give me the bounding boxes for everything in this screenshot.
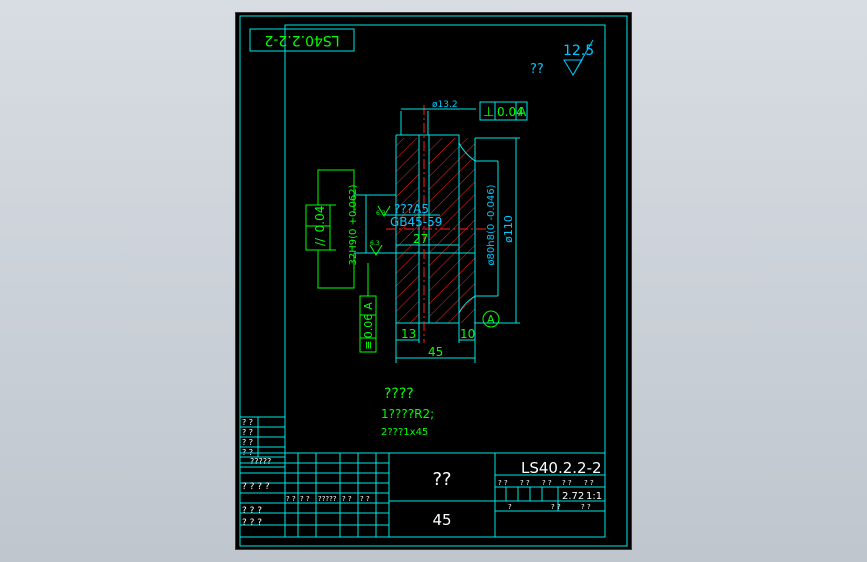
symmetry-frame: A 0.06 ≡: [359, 263, 377, 353]
title-block: ? ? ? ? ? ? ? ? ? ? ? ? ? ? ????? ? ? ? …: [239, 452, 606, 538]
roughness-small-2: 6.3: [370, 240, 380, 247]
dim-fit: ø80h8(0 -0.046): [486, 184, 497, 265]
part-name: ??: [432, 469, 451, 490]
bottom-cell: ? ?: [581, 503, 591, 511]
material: 45: [432, 511, 451, 529]
weight: 2.72: [562, 491, 584, 502]
sheet-cell: ? ?: [520, 479, 530, 487]
row-label: ? ? ?: [242, 506, 262, 516]
cell-label: ? ?: [286, 495, 296, 503]
left-strip-cell: ? ?: [242, 418, 253, 427]
bore-dim: 32H9(0 +0.062): [348, 184, 359, 265]
perp-symbol: ⊥: [483, 105, 494, 120]
drawing-no: LS40.2.2-2: [521, 459, 602, 477]
left-strip: ? ? ? ? ? ? ? ? ?????: [239, 416, 286, 468]
parallel-symbol: //: [313, 237, 327, 246]
dim-10: 10: [460, 327, 475, 341]
perpendicularity-frame: ⊥ 0.04 A: [479, 101, 528, 121]
notes-title: ????: [384, 386, 414, 402]
bottom-cell: ?: [508, 503, 512, 511]
bottom-cell: ? ?: [551, 503, 561, 511]
left-strip-cell: ?????: [250, 457, 271, 466]
scale: 1:1: [586, 491, 602, 502]
datum-label: A: [487, 313, 495, 326]
symmetry-symbol: ≡: [362, 340, 375, 349]
cell-label: ? ?: [360, 495, 370, 503]
cell-label: ?????: [318, 495, 337, 503]
sheet-cell: ? ?: [584, 479, 594, 487]
notes-line-2: 2???1x45: [381, 427, 428, 438]
symmetry-datum: A: [362, 302, 375, 310]
perp-tol-datum: A: [518, 105, 527, 119]
symmetry-tol-value: 0.06: [362, 314, 375, 339]
row-label: ? ? ?: [242, 518, 262, 528]
dim-27: 27: [413, 232, 428, 246]
roughness-label: ??: [530, 62, 544, 77]
cell-label: ? ?: [342, 495, 352, 503]
sheet-cell: ? ?: [542, 479, 552, 487]
parallel-tol-value: 0.04: [313, 206, 327, 233]
row-label: ? ? ? ?: [242, 482, 270, 492]
dim-45: 45: [428, 345, 443, 359]
dim-hole-top: ø13.2: [432, 100, 458, 110]
drawing-sheet: LS40.2.2-2 12.5 ?? ø13.2 ⊥ 0.04 A ø80h8(…: [235, 12, 632, 550]
cell-label: ? ?: [300, 495, 310, 503]
dim-outer: ø110: [502, 215, 515, 243]
roughness-small-1: 6.3: [376, 210, 386, 217]
dim-13: 13: [401, 327, 416, 341]
left-strip-cell: ? ?: [242, 428, 253, 437]
cad-drawing: LS40.2.2-2 12.5 ?? ø13.2 ⊥ 0.04 A ø80h8(…: [239, 15, 628, 547]
notes-line-1: 1????R2;: [381, 407, 434, 421]
rotated-code: LS40.2.2-2: [264, 32, 339, 48]
sheet-cell: ? ?: [498, 479, 508, 487]
left-strip-cell: ? ?: [242, 438, 253, 447]
key-std-2: GB45-59: [390, 215, 442, 229]
sheet-cell: ? ?: [562, 479, 572, 487]
key-std-1: ???A5: [394, 202, 429, 216]
parallel-frame: // 0.04: [305, 169, 355, 289]
